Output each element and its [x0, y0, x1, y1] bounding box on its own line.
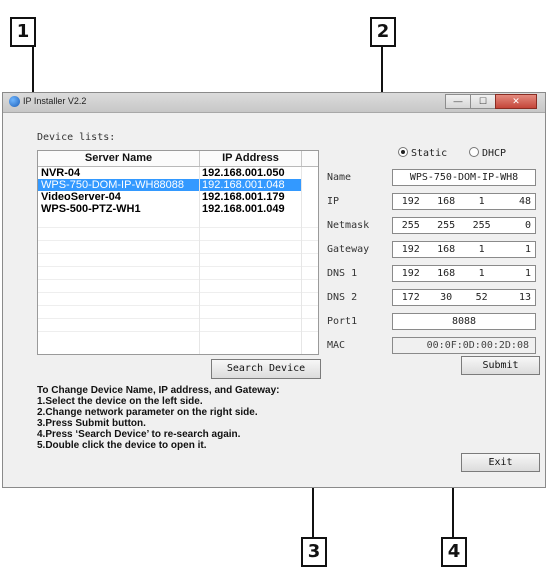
device-ip: 192.168.001.048	[200, 179, 302, 191]
dns2-field[interactable]: 172 30 52 13	[392, 289, 536, 306]
label-ip: IP	[327, 196, 340, 207]
device-name: WPS-750-DOM-IP-WH88088	[38, 179, 200, 191]
device-name: WPS-500-PTZ-WH1	[41, 203, 141, 215]
exit-button[interactable]: Exit	[461, 453, 540, 472]
minimize-button[interactable]: —	[445, 94, 471, 109]
empty-row	[38, 228, 318, 241]
port-field[interactable]: 8088	[392, 313, 536, 330]
empty-row	[38, 241, 318, 254]
close-button[interactable]: ✕	[495, 94, 537, 109]
dns2-octet: 172	[401, 292, 420, 303]
ip-octet: 168	[437, 196, 456, 207]
empty-row	[38, 267, 318, 280]
instructions: To Change Device Name, IP address, and G…	[37, 385, 327, 451]
instruction-line: 3.Press Submit button.	[37, 418, 146, 429]
netmask-octet: 0	[524, 220, 531, 231]
instruction-line: 2.Change network parameter on the right …	[37, 407, 258, 418]
gateway-octet: 192	[401, 244, 420, 255]
app-window: IP Installer V2.2 — ☐ ✕ Device lists: Se…	[2, 92, 546, 488]
gateway-octet: 1	[478, 244, 485, 255]
radio-static-label: Static	[411, 148, 448, 159]
dns1-octet: 168	[437, 268, 456, 279]
ip-octet: 48	[518, 196, 531, 207]
search-device-button[interactable]: Search Device	[211, 359, 321, 379]
column-header-filler	[302, 151, 318, 166]
column-divider	[199, 167, 200, 354]
device-ip: 192.168.001.050	[202, 167, 285, 179]
device-list[interactable]: Server Name IP Address NVR-04 192.168.00…	[37, 150, 319, 355]
ip-octet: 192	[401, 196, 420, 207]
device-row[interactable]: WPS-500-PTZ-WH1 192.168.001.049	[38, 203, 318, 215]
app-icon	[9, 96, 20, 107]
instruction-line: 1.Select the device on the left side.	[37, 396, 203, 407]
label-dns1: DNS 1	[327, 268, 358, 279]
dns2-octet: 13	[518, 292, 531, 303]
device-row-selected[interactable]: WPS-750-DOM-IP-WH88088 192.168.001.048	[38, 179, 318, 191]
instruction-line: 5.Double click the device to open it.	[37, 440, 207, 451]
device-name: NVR-04	[41, 167, 81, 179]
device-row[interactable]: VideoServer-04 192.168.001.179	[38, 191, 318, 203]
netmask-field[interactable]: 255 255 255 0	[392, 217, 536, 234]
device-row[interactable]: NVR-04 192.168.001.050	[38, 167, 318, 179]
dns1-octet: 192	[401, 268, 420, 279]
callout-2: 2	[370, 17, 396, 47]
device-list-header: Server Name IP Address	[38, 151, 318, 167]
title-bar[interactable]: IP Installer V2.2 — ☐ ✕	[3, 93, 545, 113]
dns1-octet: 1	[524, 268, 531, 279]
column-header-ip-address[interactable]: IP Address	[200, 151, 302, 166]
label-name: Name	[327, 172, 352, 183]
column-header-server-name[interactable]: Server Name	[38, 151, 200, 166]
radio-static[interactable]: Static	[398, 147, 447, 159]
label-mac: MAC	[327, 340, 346, 351]
name-field[interactable]: WPS-750-DOM-IP-WH8	[392, 169, 536, 186]
empty-row	[38, 319, 318, 332]
window-title: IP Installer V2.2	[23, 96, 87, 106]
label-gateway: Gateway	[327, 244, 370, 255]
ip-octet: 1	[478, 196, 485, 207]
callout-1: 1	[10, 17, 36, 47]
callout-4: 4	[441, 537, 467, 567]
radio-dhcp[interactable]: DHCP	[469, 147, 506, 159]
empty-row	[38, 215, 318, 228]
label-netmask: Netmask	[327, 220, 370, 231]
dns2-octet: 30	[440, 292, 453, 303]
radio-selected-icon	[398, 147, 408, 157]
gateway-field[interactable]: 192 168 1 1	[392, 241, 536, 258]
dns2-octet: 52	[475, 292, 488, 303]
radio-unselected-icon	[469, 147, 479, 157]
device-ip: 192.168.001.049	[202, 203, 285, 215]
netmask-octet: 255	[437, 220, 456, 231]
submit-button[interactable]: Submit	[461, 356, 540, 375]
empty-row	[38, 280, 318, 293]
gateway-octet: 168	[437, 244, 456, 255]
empty-row	[38, 254, 318, 267]
empty-row	[38, 293, 318, 306]
window-controls: — ☐ ✕	[445, 94, 537, 110]
device-name: VideoServer-04	[41, 191, 121, 203]
maximize-button[interactable]: ☐	[470, 94, 496, 109]
callout-3: 3	[301, 537, 327, 567]
label-port: Port1	[327, 316, 358, 327]
device-list-caption: Device lists:	[37, 132, 116, 143]
gateway-octet: 1	[524, 244, 531, 255]
dns1-octet: 1	[478, 268, 485, 279]
instruction-line: To Change Device Name, IP address, and G…	[37, 385, 280, 396]
dns1-field[interactable]: 192 168 1 1	[392, 265, 536, 282]
netmask-octet: 255	[401, 220, 420, 231]
instruction-line: 4.Press ‘Search Device’ to re-search aga…	[37, 429, 241, 440]
radio-dhcp-label: DHCP	[482, 148, 507, 159]
ip-field[interactable]: 192 168 1 48	[392, 193, 536, 210]
mac-field: 00:0F:0D:00:2D:08	[392, 337, 536, 354]
label-dns2: DNS 2	[327, 292, 358, 303]
empty-row	[38, 306, 318, 319]
device-ip: 192.168.001.179	[202, 191, 285, 203]
netmask-octet: 255	[472, 220, 491, 231]
column-divider	[301, 167, 302, 354]
